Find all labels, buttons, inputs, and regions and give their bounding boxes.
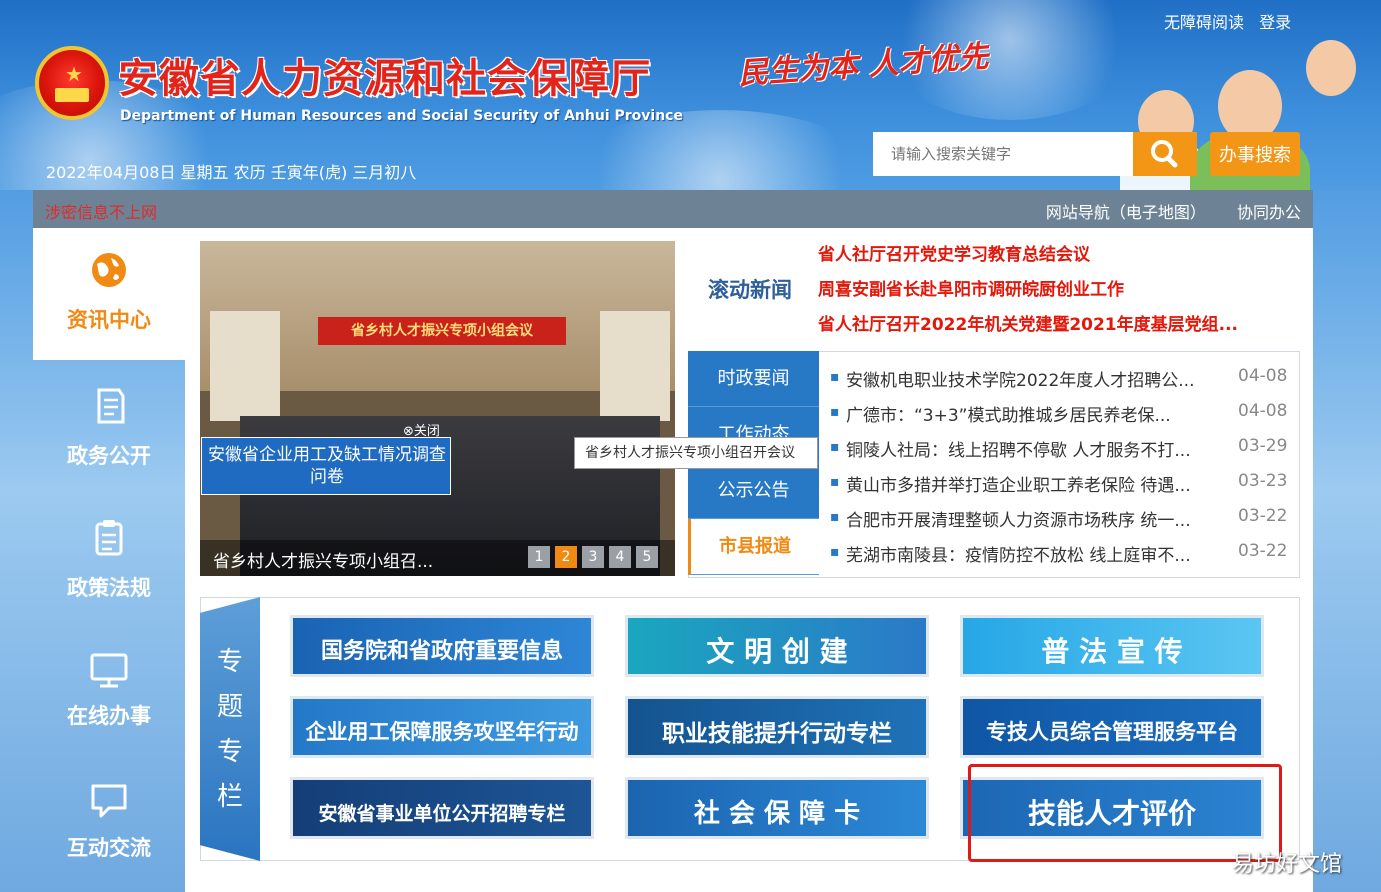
- topic-state-council-info[interactable]: 国务院和省政府重要信息: [290, 615, 594, 677]
- news-title[interactable]: 黄山市多措并举打造企业职工养老保险 待遇...: [846, 471, 1206, 496]
- scroll-news-item[interactable]: 省人社厅召开党史学习教育总结会议: [818, 240, 1238, 275]
- slide-dot[interactable]: 4: [609, 546, 631, 568]
- slide-pagination: 12345: [528, 546, 663, 568]
- news-title[interactable]: 合肥市开展清理整顿人力资源市场秩序 统一...: [846, 506, 1206, 531]
- nav-label: 资讯中心: [67, 308, 151, 332]
- slide-dot[interactable]: 3: [582, 546, 604, 568]
- bullet-icon: ▪: [830, 404, 840, 420]
- news-date: 04-08: [1238, 401, 1288, 421]
- date-line: 2022年04月08日 星期五 农历 壬寅年(虎) 三月初八: [46, 163, 417, 182]
- nav-label: 政务公开: [67, 444, 151, 468]
- news-date: 03-23: [1238, 471, 1288, 491]
- monitor-icon: [90, 653, 128, 688]
- list-item[interactable]: ▪ 黄山市多措并举打造企业职工养老保险 待遇... 03-23: [828, 467, 1298, 502]
- scroll-news-list: 省人社厅召开党史学习教育总结会议 周喜安副省长赴阜阳市调研皖厨创业工作 省人社厅…: [818, 240, 1238, 345]
- news-slider-image[interactable]: 省乡村人才振兴专项小组会议: [200, 241, 675, 576]
- slide-dot-active[interactable]: 2: [555, 546, 577, 568]
- news-title[interactable]: 广德市：“3+3”模式助推城乡居民养老保...: [846, 401, 1206, 426]
- site-subtitle: Department of Human Resources and Social…: [120, 108, 683, 124]
- site-header: ★ 安徽省人力资源和社会保障厅 Department of Human Reso…: [0, 0, 1381, 190]
- site-title: 安徽省人力资源和社会保障厅: [118, 56, 651, 102]
- bullet-icon: ▪: [830, 509, 840, 525]
- tab-city-county-reports[interactable]: 市县报道: [688, 519, 819, 575]
- top-links: 无障碍阅读 登录: [1164, 9, 1301, 33]
- bullet-icon: ▪: [830, 369, 840, 385]
- bullet-icon: ▪: [830, 474, 840, 490]
- watermark: 易坊好文馆: [1232, 852, 1343, 877]
- nav-item-government-affairs[interactable]: 政务公开: [33, 366, 185, 498]
- nav-item-online-services[interactable]: 在线办事: [33, 628, 185, 760]
- survey-text: 安徽省企业用工及缺工情况调查问卷: [208, 445, 446, 487]
- nav-label: 在线办事: [67, 704, 151, 728]
- topic-social-security-card[interactable]: 社 会 保 障 卡: [625, 777, 929, 839]
- list-item[interactable]: ▪ 广德市：“3+3”模式助推城乡居民养老保... 04-08: [828, 397, 1298, 432]
- scroll-news-item[interactable]: 省人社厅召开2022年机关党建暨2021年度基层党组...: [818, 310, 1238, 345]
- nav-label: 互动交流: [67, 836, 151, 860]
- survey-popup[interactable]: 安徽省企业用工及缺工情况调查问卷: [201, 437, 451, 495]
- scroll-news-item[interactable]: 周喜安副省长赴阜阳市调研皖厨创业工作: [818, 275, 1238, 310]
- list-item[interactable]: ▪ 铜陵人社局：线上招聘不停歇 人才服务不打... 03-29: [828, 432, 1298, 467]
- news-list: ▪ 安徽机电职业技术学院2022年度人才招聘公... 04-08 ▪ 广德市：“…: [828, 362, 1298, 572]
- slide-dot[interactable]: 5: [636, 546, 658, 568]
- national-emblem-logo: ★: [35, 46, 109, 120]
- chat-icon: [91, 784, 127, 818]
- list-item[interactable]: ▪ 合肥市开展清理整顿人力资源市场秩序 统一... 03-22: [828, 502, 1298, 537]
- document-icon: [97, 388, 125, 424]
- slide-dot[interactable]: 1: [528, 546, 550, 568]
- star-icon: ★: [65, 62, 83, 86]
- news-title[interactable]: 芜湖市南陵县：疫情防控不放松 线上庭审不...: [846, 541, 1206, 566]
- tab-current-affairs[interactable]: 时政要闻: [688, 351, 819, 407]
- nav-label: 政策法规: [67, 576, 151, 600]
- left-nav: 资讯中心 政务公开 政策法规 在线办事 互动交流: [33, 228, 185, 892]
- scroll-news-label: 滚动新闻: [708, 278, 792, 302]
- meeting-banner: 省乡村人才振兴专项小组会议: [318, 317, 566, 345]
- accessibility-link[interactable]: 无障碍阅读: [1164, 13, 1244, 32]
- news-date: 04-08: [1238, 366, 1288, 386]
- search-button[interactable]: [1133, 132, 1197, 176]
- list-item[interactable]: ▪ 安徽机电职业技术学院2022年度人才招聘公... 04-08: [828, 362, 1298, 397]
- collaboration-link[interactable]: 协同办公: [1237, 203, 1301, 222]
- tab-announcements[interactable]: 公示公告: [688, 463, 819, 519]
- nav-item-news-center[interactable]: 资讯中心: [33, 228, 185, 360]
- bullet-icon: ▪: [830, 439, 840, 455]
- info-bar-links: 网站导航（电子地图） 协同办公: [1020, 199, 1301, 223]
- globe-icon: [92, 253, 126, 287]
- affairs-search-button[interactable]: 办事搜索: [1210, 132, 1300, 176]
- news-date: 03-29: [1238, 436, 1288, 456]
- topic-civilization[interactable]: 文 明 创 建: [625, 615, 929, 677]
- nav-item-policies[interactable]: 政策法规: [33, 498, 185, 630]
- news-date: 03-22: [1238, 506, 1288, 526]
- tiananmen-icon: [55, 88, 89, 102]
- news-date: 03-22: [1238, 541, 1288, 561]
- nav-item-interaction[interactable]: 互动交流: [33, 758, 185, 890]
- site-map-link[interactable]: 网站导航（电子地图）: [1046, 203, 1206, 222]
- news-title[interactable]: 铜陵人社局：线上招聘不停歇 人才服务不打...: [846, 436, 1206, 461]
- slide-tooltip: 省乡村人才振兴专项小组召开会议: [574, 437, 818, 469]
- topic-employment-guarantee[interactable]: 企业用工保障服务攻坚年行动: [290, 696, 594, 758]
- news-title[interactable]: 安徽机电职业技术学院2022年度人才招聘公...: [846, 366, 1206, 391]
- clipboard-icon: [95, 520, 123, 556]
- topic-legal-publicity[interactable]: 普 法 宣 传: [960, 615, 1264, 677]
- search-icon: [1151, 140, 1178, 168]
- topic-skill-improvement[interactable]: 职业技能提升行动专栏: [625, 696, 929, 758]
- topic-professional-platform[interactable]: 专技人员综合管理服务平台: [960, 696, 1264, 758]
- topics-label: 专 题 专 栏: [216, 647, 243, 812]
- list-item[interactable]: ▪ 芜湖市南陵县：疫情防控不放松 线上庭审不... 03-22: [828, 537, 1298, 572]
- search-input[interactable]: [873, 132, 1133, 176]
- topic-public-recruitment[interactable]: 安徽省事业单位公开招聘专栏: [290, 777, 594, 839]
- login-link[interactable]: 登录: [1259, 13, 1291, 32]
- info-bar: 涉密信息不上网 网站导航（电子地图） 协同办公: [33, 190, 1313, 228]
- bullet-icon: ▪: [830, 544, 840, 560]
- slide-caption[interactable]: 省乡村人才振兴专项小组召...: [213, 547, 433, 572]
- secret-note: 涉密信息不上网: [45, 203, 158, 222]
